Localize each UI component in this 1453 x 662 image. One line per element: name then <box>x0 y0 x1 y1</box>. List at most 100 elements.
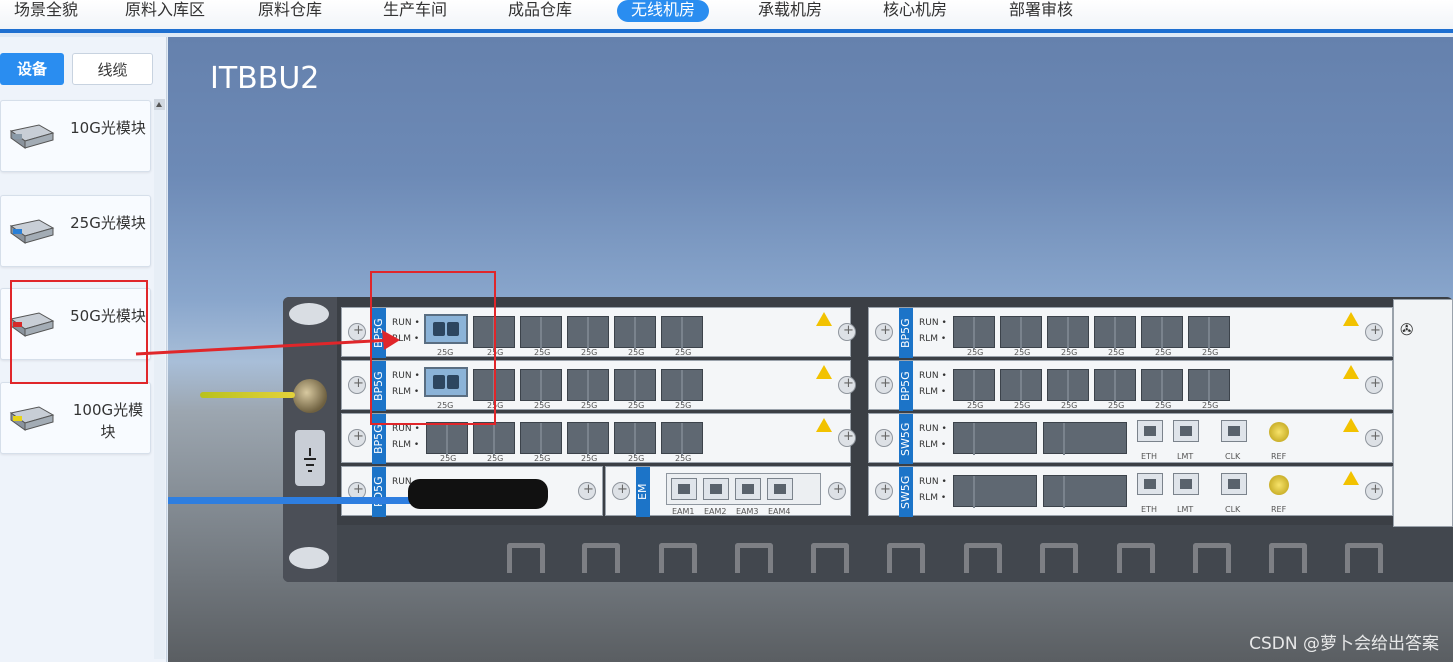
port[interactable] <box>1000 316 1042 349</box>
watermark: CSDN @萝卜会给出答案 <box>1249 634 1439 654</box>
ref-connector-icon[interactable] <box>1269 475 1289 495</box>
port-label: 25G <box>487 454 504 463</box>
port[interactable] <box>567 316 609 349</box>
port[interactable] <box>1141 369 1183 402</box>
run-label: RUN <box>392 424 412 434</box>
port[interactable] <box>1043 475 1127 508</box>
module-card-100g[interactable]: 100G光模块 <box>0 382 151 454</box>
scrollbar[interactable] <box>154 99 165 659</box>
rack-mount-hole <box>289 303 329 325</box>
port-label: 25G <box>1014 348 1031 357</box>
rlm-label: RLM <box>919 493 939 503</box>
board-name: PD5G <box>372 467 386 517</box>
fan-module[interactable]: ✇ <box>1393 299 1453 527</box>
warning-icon <box>816 365 832 379</box>
port-label: 25G <box>1014 401 1031 410</box>
port[interactable] <box>661 422 703 455</box>
port-label: 25G <box>628 401 645 410</box>
port[interactable] <box>661 316 703 349</box>
warning-icon <box>816 418 832 432</box>
port[interactable] <box>426 422 468 455</box>
run-indicator: RUN • <box>919 318 947 328</box>
tab-overview[interactable]: 场景全貌 <box>0 0 92 22</box>
tab-cables[interactable]: 线缆 <box>72 53 153 85</box>
port[interactable] <box>1141 316 1183 349</box>
port[interactable] <box>1047 369 1089 402</box>
port[interactable] <box>473 422 515 455</box>
port-label: 25G <box>534 348 551 357</box>
port[interactable] <box>953 422 1037 455</box>
port[interactable] <box>953 475 1037 508</box>
lmt-port[interactable] <box>1173 420 1199 442</box>
port[interactable] <box>567 422 609 455</box>
board-slot-7[interactable]: SW5G RUN • RLM • ETH LMT CLK REF <box>868 413 1393 464</box>
eth-port[interactable] <box>1137 473 1163 495</box>
scroll-up-arrow[interactable] <box>154 99 165 110</box>
board-slot-em[interactable]: EM EAM1 EAM2 EAM3 EAM4 <box>605 466 851 517</box>
port-label: 25G <box>1155 348 1172 357</box>
tab-finished-warehouse[interactable]: 成品仓库 <box>494 0 586 22</box>
port[interactable] <box>1047 316 1089 349</box>
lmt-port[interactable] <box>1173 473 1199 495</box>
ground-screw-icon[interactable] <box>293 379 327 413</box>
port[interactable] <box>953 369 995 402</box>
port-label: 25G <box>675 348 692 357</box>
port-label: 25G <box>1202 348 1219 357</box>
port[interactable] <box>1188 369 1230 402</box>
port[interactable] <box>520 369 562 402</box>
fan-icon: ✇ <box>1400 320 1414 339</box>
port[interactable] <box>614 422 656 455</box>
clk-port[interactable] <box>1221 420 1247 442</box>
port[interactable] <box>520 422 562 455</box>
port[interactable] <box>1043 422 1127 455</box>
tab-raw-warehouse[interactable]: 原料仓库 <box>244 0 336 22</box>
tab-core-room[interactable]: 核心机房 <box>869 0 961 22</box>
cable-hook-icon <box>582 543 620 573</box>
port[interactable] <box>567 369 609 402</box>
lmt-label: LMT <box>1177 505 1194 514</box>
screw-icon <box>838 376 856 394</box>
port-label: 25G <box>1108 401 1125 410</box>
screw-icon <box>875 376 893 394</box>
eam-port[interactable] <box>735 478 761 500</box>
tab-deploy-review[interactable]: 部署审核 <box>995 0 1087 22</box>
warning-icon <box>1343 418 1359 432</box>
ground-cable[interactable] <box>200 392 295 398</box>
port[interactable] <box>1094 369 1136 402</box>
scene-title: ITBBU2 <box>210 61 320 96</box>
eam-label: EAM4 <box>768 507 791 516</box>
board-slot-6[interactable]: BP5G RUN • RLM • 25G 25G 25G 25G 25G 25G <box>868 360 1393 411</box>
eam-port[interactable] <box>703 478 729 500</box>
port[interactable] <box>1000 369 1042 402</box>
port-label: 25G <box>1061 348 1078 357</box>
port-label: 25G <box>581 454 598 463</box>
rack-mount-hole <box>289 547 329 569</box>
port-label: 25G <box>581 348 598 357</box>
clk-port[interactable] <box>1221 473 1247 495</box>
eth-label: ETH <box>1141 452 1157 461</box>
module-card-10g[interactable]: 10G光模块 <box>0 100 151 172</box>
eam-port[interactable] <box>671 478 697 500</box>
port[interactable] <box>1094 316 1136 349</box>
tab-raw-inbound[interactable]: 原料入库区 <box>111 0 219 22</box>
port[interactable] <box>614 316 656 349</box>
ref-connector-icon[interactable] <box>1269 422 1289 442</box>
tab-bearer-room[interactable]: 承载机房 <box>744 0 836 22</box>
tab-devices[interactable]: 设备 <box>0 53 64 85</box>
power-connector[interactable] <box>408 479 548 509</box>
port[interactable] <box>1188 316 1230 349</box>
eam-port[interactable] <box>767 478 793 500</box>
module-card-25g[interactable]: 25G光模块 <box>0 195 151 267</box>
port[interactable] <box>520 316 562 349</box>
eth-port[interactable] <box>1137 420 1163 442</box>
board-slot-8[interactable]: SW5G RUN • RLM • ETH LMT CLK REF <box>868 466 1393 517</box>
port[interactable] <box>661 369 703 402</box>
run-label: RUN <box>919 477 939 487</box>
port[interactable] <box>614 369 656 402</box>
port[interactable] <box>953 316 995 349</box>
tab-workshop[interactable]: 生产车间 <box>369 0 461 22</box>
run-indicator: RUN • <box>392 424 420 434</box>
board-slot-5[interactable]: BP5G RUN • RLM • 25G 25G 25G 25G 25G 25G <box>868 307 1393 358</box>
rlm-label: RLM <box>919 440 939 450</box>
tab-wireless-room[interactable]: 无线机房 <box>617 0 710 22</box>
